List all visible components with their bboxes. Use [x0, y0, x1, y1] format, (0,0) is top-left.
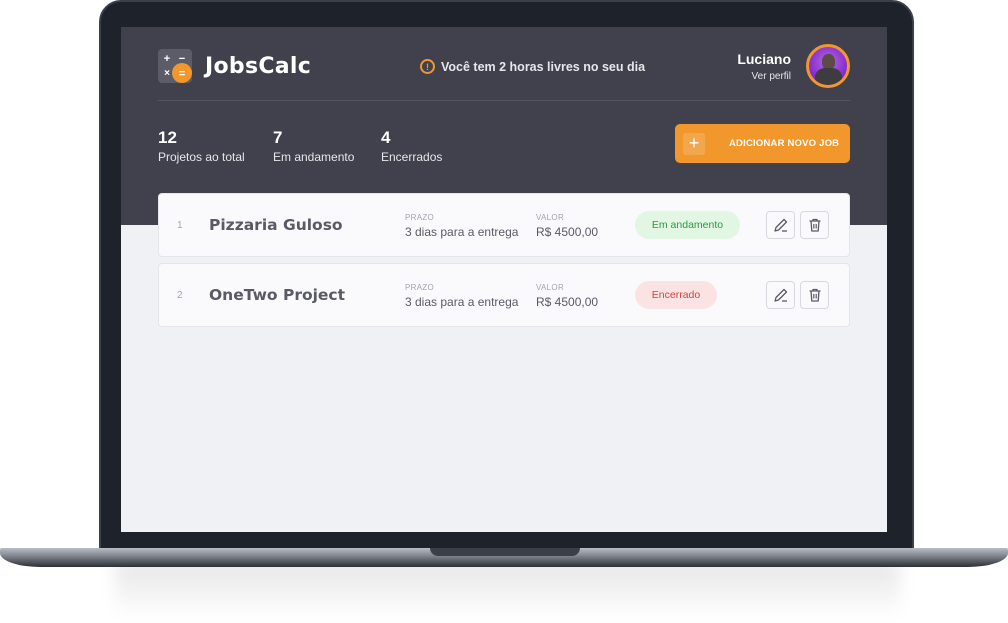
edit-job-button[interactable] — [766, 281, 795, 309]
stat-label: Projetos ao total — [158, 150, 245, 164]
laptop-notch — [430, 548, 580, 556]
deadline-label: PRAZO — [405, 283, 435, 292]
svg-text:=: = — [179, 68, 185, 80]
stat-label: Em andamento — [273, 150, 355, 164]
job-deadline: PRAZO 3 dias para a entrega — [405, 213, 518, 239]
deadline-value: 3 dias para a entrega — [405, 225, 519, 239]
status-badge: Em andamento — [635, 211, 740, 239]
pencil-icon — [773, 288, 787, 302]
job-card: 1 Pizzaria Guloso PRAZO 3 dias para a en… — [158, 193, 850, 257]
deadline-label: PRAZO — [405, 213, 435, 222]
deadline-value: 3 dias para a entrega — [405, 295, 519, 309]
value-label: VALOR — [536, 283, 565, 292]
laptop-shadow — [115, 560, 900, 618]
free-hours-alert: ! Você tem 2 horas livres no seu dia — [420, 59, 645, 74]
app-logo-text: JobsCalc — [205, 54, 312, 79]
value-amount: R$ 4500,00 — [536, 225, 599, 239]
user-name: Luciano — [737, 51, 791, 67]
trash-icon — [809, 288, 820, 302]
user-info: Luciano Ver perfil — [737, 51, 791, 82]
trash-icon — [809, 218, 820, 232]
alert-text: Você tem 2 horas livres no seu dia — [441, 59, 646, 74]
job-value: VALOR R$ 4500,00 — [536, 283, 598, 309]
stat-value: 7 — [273, 128, 283, 147]
job-deadline: PRAZO 3 dias para a entrega — [405, 283, 518, 309]
value-amount: R$ 4500,00 — [536, 295, 599, 309]
alert-circle-icon: ! — [420, 59, 435, 74]
job-index: 2 — [177, 290, 183, 301]
plus-icon: + — [683, 132, 705, 155]
job-card: 2 OneTwo Project PRAZO 3 dias para a ent… — [158, 263, 850, 327]
delete-job-button[interactable] — [800, 211, 829, 239]
status-badge: Encerrado — [635, 281, 717, 309]
value-label: VALOR — [536, 213, 565, 222]
edit-job-button[interactable] — [766, 211, 795, 239]
add-job-label: ADICIONAR NOVO JOB — [729, 138, 840, 149]
add-new-job-button[interactable]: + ADICIONAR NOVO JOB — [675, 124, 850, 163]
stat-closed: 4 Encerrados — [381, 128, 442, 164]
calculator-icon: + − × = — [158, 49, 192, 83]
job-value: VALOR R$ 4500,00 — [536, 213, 598, 239]
stat-value: 4 — [381, 128, 391, 147]
job-name: Pizzaria Guloso — [209, 216, 343, 234]
avatar[interactable] — [806, 44, 850, 88]
job-name: OneTwo Project — [209, 286, 346, 304]
pencil-icon — [773, 218, 787, 232]
delete-job-button[interactable] — [800, 281, 829, 309]
header-divider — [158, 100, 850, 101]
svg-text:×: × — [164, 68, 170, 79]
stat-total-projects: 12 Projetos ao total — [158, 128, 273, 164]
stat-value: 12 — [158, 128, 177, 147]
stat-label: Encerrados — [381, 150, 443, 164]
stat-in-progress: 7 Em andamento — [273, 128, 381, 164]
svg-text:+: + — [164, 53, 170, 65]
app-screen: + − × = JobsCalc ! Você tem 2 horas livr… — [121, 27, 887, 532]
view-profile-link[interactable]: Ver perfil — [737, 71, 791, 82]
stats-summary: 12 Projetos ao total 7 Em andamento 4 En… — [158, 128, 442, 164]
job-index: 1 — [177, 220, 183, 231]
